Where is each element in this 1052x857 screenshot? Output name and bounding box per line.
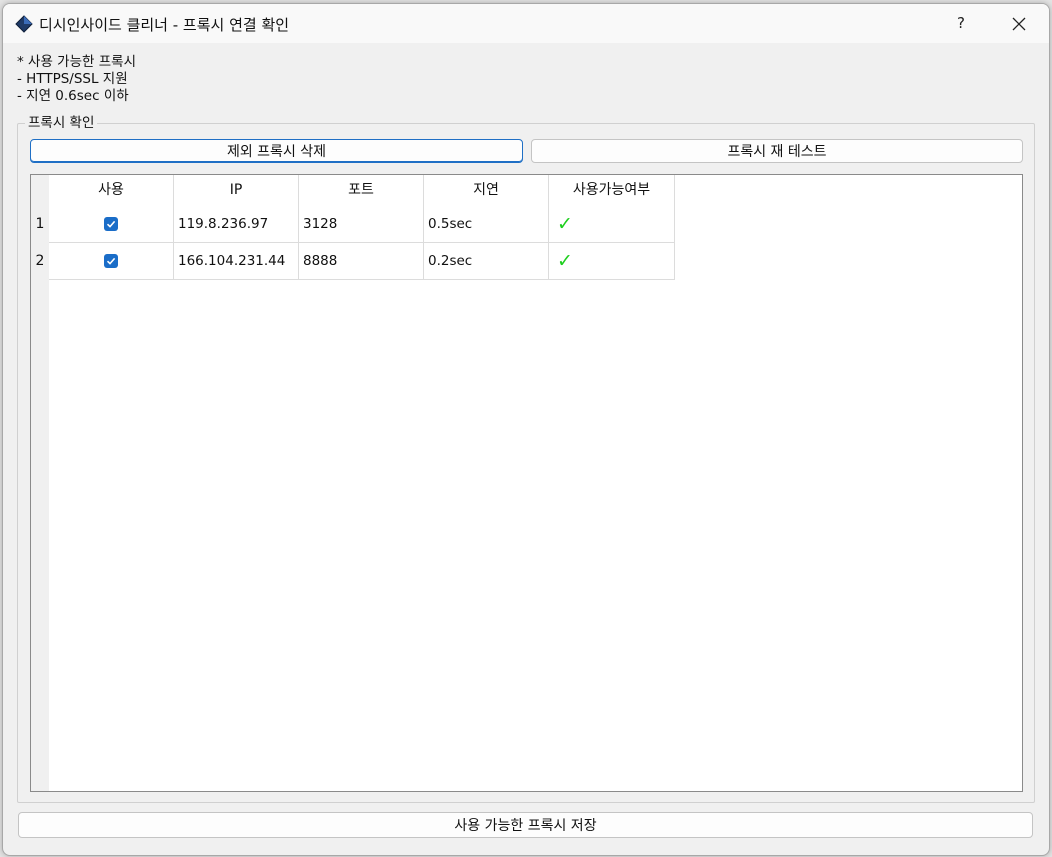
latency-cell[interactable]: 0.2sec xyxy=(424,243,549,280)
row-header[interactable]: 2 xyxy=(31,243,49,280)
column-header-latency[interactable]: 지연 xyxy=(424,175,549,208)
info-line: - 지연 0.6sec 이하 xyxy=(17,88,129,104)
title-bar[interactable]: 디시인사이드 클리너 - 프록시 연결 확인 ? xyxy=(3,4,1049,43)
availability-cell[interactable]: ✓ xyxy=(549,206,675,243)
column-header-use[interactable]: 사용 xyxy=(49,175,174,208)
save-available-proxies-button[interactable]: 사용 가능한 프록시 저장 xyxy=(18,812,1033,838)
dialog-window: 디시인사이드 클리너 - 프록시 연결 확인 ? * 사용 가능한 프록시 - … xyxy=(2,3,1050,856)
delete-excluded-proxies-button[interactable]: 제외 프록시 삭제 xyxy=(30,139,523,163)
info-line: * 사용 가능한 프록시 xyxy=(17,54,136,70)
retest-proxies-button[interactable]: 프록시 재 테스트 xyxy=(531,139,1023,163)
column-header-availability[interactable]: 사용가능여부 xyxy=(549,175,675,208)
group-title: 프록시 확인 xyxy=(25,111,98,131)
close-button[interactable] xyxy=(999,4,1039,43)
port-cell[interactable]: 3128 xyxy=(299,206,424,243)
use-cell[interactable] xyxy=(49,243,174,280)
help-button[interactable]: ? xyxy=(943,4,979,43)
proxy-requirements: * 사용 가능한 프록시 - HTTPS/SSL 지원 - 지연 0.6sec … xyxy=(17,54,136,105)
port-cell[interactable]: 8888 xyxy=(299,243,424,280)
latency-cell[interactable]: 0.5sec xyxy=(424,206,549,243)
diamond-app-icon xyxy=(15,15,33,33)
availability-cell[interactable]: ✓ xyxy=(549,243,675,280)
row-header[interactable]: 1 xyxy=(31,206,49,243)
available-check-icon: ✓ xyxy=(557,213,573,235)
proxy-table[interactable]: 사용 IP 포트 지연 사용가능여부 1 119.8.236.97 3128 0… xyxy=(30,174,1023,792)
checkmark-icon xyxy=(106,257,116,265)
use-checkbox[interactable] xyxy=(104,254,118,268)
available-check-icon: ✓ xyxy=(557,250,573,272)
use-checkbox[interactable] xyxy=(104,217,118,231)
use-cell[interactable] xyxy=(49,206,174,243)
ip-cell[interactable]: 119.8.236.97 xyxy=(174,206,299,243)
close-icon xyxy=(1012,17,1026,31)
column-header-ip[interactable]: IP xyxy=(174,175,299,208)
row-header-column xyxy=(31,208,49,791)
checkmark-icon xyxy=(106,220,116,228)
column-header-port[interactable]: 포트 xyxy=(299,175,424,208)
info-line: - HTTPS/SSL 지원 xyxy=(17,71,128,87)
window-title: 디시인사이드 클리너 - 프록시 연결 확인 xyxy=(39,16,290,34)
ip-cell[interactable]: 166.104.231.44 xyxy=(174,243,299,280)
table-corner xyxy=(31,175,49,208)
